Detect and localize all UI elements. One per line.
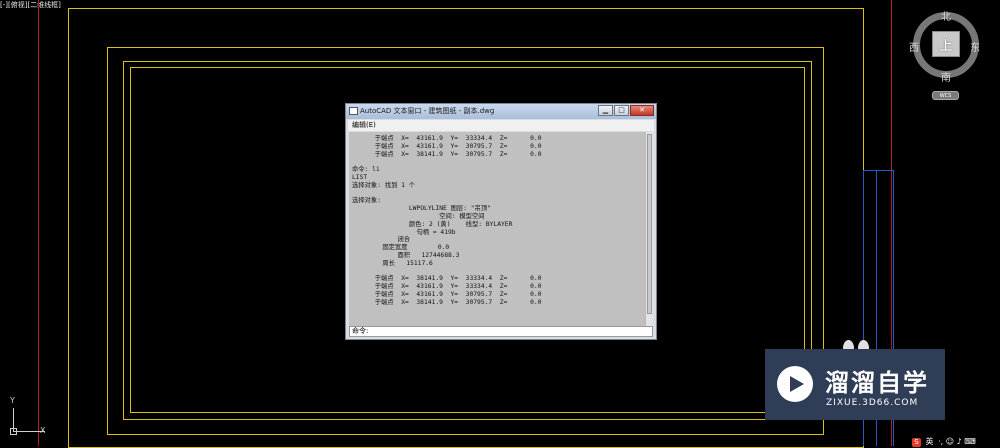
ucs-origin-box xyxy=(10,428,17,435)
viewcube-top-face[interactable]: 上 xyxy=(932,31,960,57)
wcs-menu-button[interactable]: WCS xyxy=(932,91,959,100)
app-window-icon xyxy=(349,107,358,115)
text-window-title: AutoCAD 文本窗口 - 建筑图纸 - 副本.dwg xyxy=(360,107,495,115)
compass-west[interactable]: 西 xyxy=(909,39,919,54)
menu-edit[interactable]: 编辑(E) xyxy=(348,120,380,131)
command-input[interactable]: 命令: xyxy=(349,326,653,337)
maximize-button[interactable]: □ xyxy=(614,105,629,116)
compass-north[interactable]: 北 xyxy=(941,8,951,23)
watermark-banner: 溜溜自学 ZIXUE.3D66.COM xyxy=(765,349,945,420)
ucs-y-label: Y xyxy=(10,396,15,405)
compass-east[interactable]: 东 xyxy=(970,39,980,54)
text-window-titlebar[interactable]: AutoCAD 文本窗口 - 建筑图纸 - 副本.dwg ▁ □ ✕ xyxy=(346,104,656,119)
watermark-subtitle: ZIXUE.3D66.COM xyxy=(826,398,919,408)
ime-language[interactable]: 英 xyxy=(926,437,934,446)
blue-line-top xyxy=(863,170,894,171)
text-window-menubar: 编辑(E) xyxy=(348,120,654,131)
play-logo-icon xyxy=(777,366,813,402)
ime-tool-icons[interactable]: ·, ☺ ♪ ⌨ xyxy=(938,437,976,446)
text-history-lines: 于端点 X= 43161.9 Y= 33334.4 Z= 0.0 于端点 X= … xyxy=(352,135,542,306)
watermark-title: 溜溜自学 xyxy=(825,369,929,397)
text-history: 于端点 X= 43161.9 Y= 33334.4 Z= 0.0 于端点 X= … xyxy=(349,132,645,326)
scrollbar-thumb[interactable] xyxy=(647,134,652,314)
ime-toolbar[interactable]: S 英 ·, ☺ ♪ ⌨ xyxy=(912,436,978,447)
minimize-button[interactable]: ▁ xyxy=(598,105,613,116)
red-boundary-line-left xyxy=(38,0,39,446)
vertical-scrollbar[interactable] xyxy=(645,132,653,326)
autocad-text-window[interactable]: AutoCAD 文本窗口 - 建筑图纸 - 副本.dwg ▁ □ ✕ 编辑(E)… xyxy=(345,103,657,340)
compass-south[interactable]: 南 xyxy=(941,69,951,84)
close-button[interactable]: ✕ xyxy=(630,105,654,116)
ucs-x-label: X xyxy=(40,426,46,435)
